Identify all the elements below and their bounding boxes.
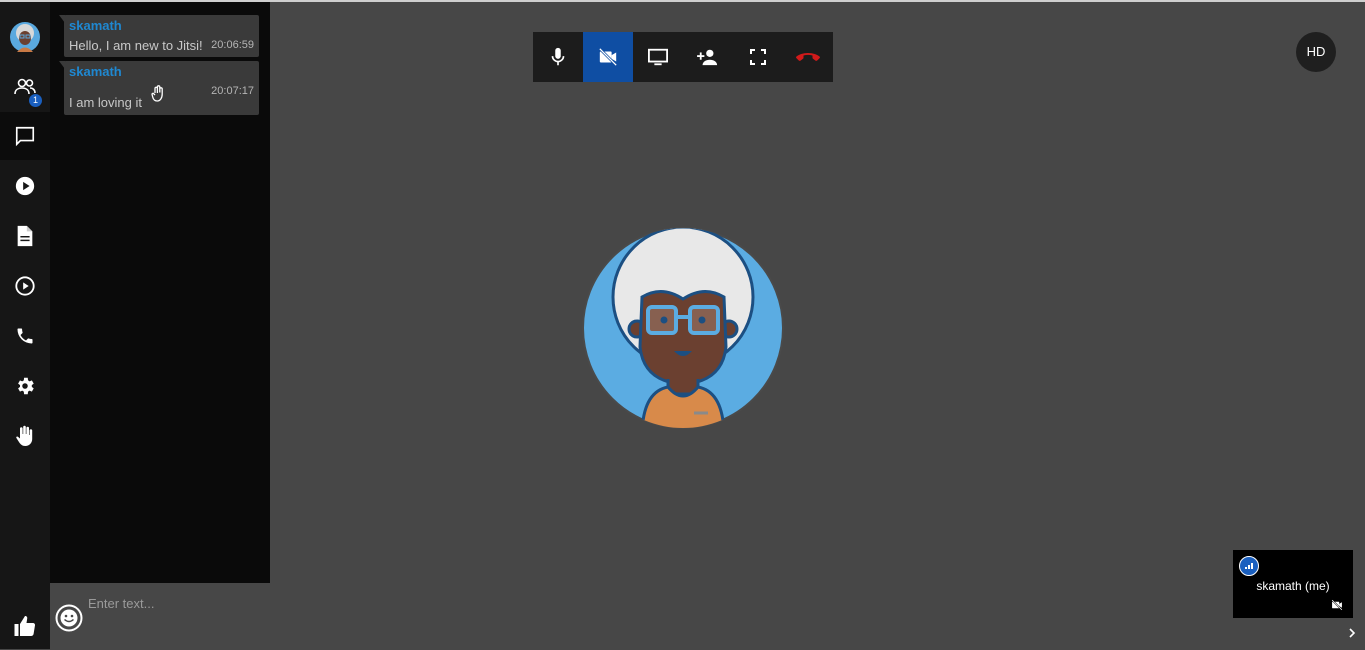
chat-message: skamath Hello, I am new to Jitsi! 20:06:… [59, 15, 259, 57]
camera-button[interactable] [583, 32, 633, 82]
play-circle-outline-icon [15, 276, 35, 296]
participants-button[interactable]: 1 [0, 63, 50, 111]
signal-bars-icon [1245, 563, 1253, 569]
left-toolbar: 1 [0, 2, 50, 649]
feedback-button[interactable] [0, 602, 50, 650]
invite-icon [697, 49, 718, 66]
phone-icon [17, 328, 33, 344]
message-time: 20:06:59 [211, 39, 254, 51]
share-video-button[interactable] [0, 162, 50, 210]
hangup-icon [796, 53, 820, 61]
message-text: Hello, I am new to Jitsi! [69, 38, 203, 53]
chat-panel: skamath Hello, I am new to Jitsi! 20:06:… [50, 2, 270, 649]
local-participant-name: skamath (me) [1256, 579, 1330, 593]
desktop-share-button[interactable] [633, 32, 683, 82]
connection-indicator[interactable] [1239, 556, 1259, 576]
play-circle-filled-icon [15, 176, 35, 196]
fullscreen-button[interactable] [733, 32, 783, 82]
chat-message: skamath 20:07:17 I am loving it [59, 61, 259, 115]
hangup-button[interactable] [783, 32, 833, 82]
microphone-button[interactable] [533, 32, 583, 82]
user-avatar-button[interactable] [0, 13, 50, 61]
chevron-right-icon[interactable] [1347, 626, 1357, 640]
chat-input-area [50, 583, 270, 649]
main-toolbar [533, 32, 833, 82]
participants-count-badge: 1 [28, 93, 43, 108]
chat-bubble-icon [15, 126, 35, 147]
participant-avatar [582, 227, 784, 429]
local-video-thumbnail[interactable]: skamath (me) [1233, 550, 1353, 618]
raise-hand-button[interactable] [0, 412, 50, 460]
user-avatar-icon [10, 22, 40, 52]
dial-in-button[interactable] [0, 312, 50, 360]
hand-icon [16, 425, 33, 446]
chat-button[interactable] [0, 112, 50, 160]
desktop-share-icon [648, 48, 668, 66]
chat-text-input[interactable] [86, 593, 266, 613]
shared-document-button[interactable] [0, 212, 50, 260]
recording-button[interactable] [0, 262, 50, 310]
thumbs-up-emoji [151, 85, 163, 102]
message-time: 20:07:17 [211, 85, 254, 97]
emoji-picker-icon[interactable] [55, 604, 83, 632]
settings-button[interactable] [0, 362, 50, 410]
camera-off-icon [598, 47, 618, 67]
video-quality-indicator[interactable]: HD [1296, 32, 1336, 72]
gear-icon [18, 377, 34, 395]
fullscreen-icon [750, 49, 766, 65]
thumbs-up-icon [14, 616, 36, 636]
microphone-icon [551, 47, 565, 66]
video-muted-icon [1331, 599, 1343, 611]
document-icon [17, 225, 33, 247]
message-text: I am loving it [69, 95, 142, 110]
message-sender: skamath [69, 18, 122, 33]
message-sender: skamath [69, 64, 122, 79]
invite-button[interactable] [683, 32, 733, 82]
